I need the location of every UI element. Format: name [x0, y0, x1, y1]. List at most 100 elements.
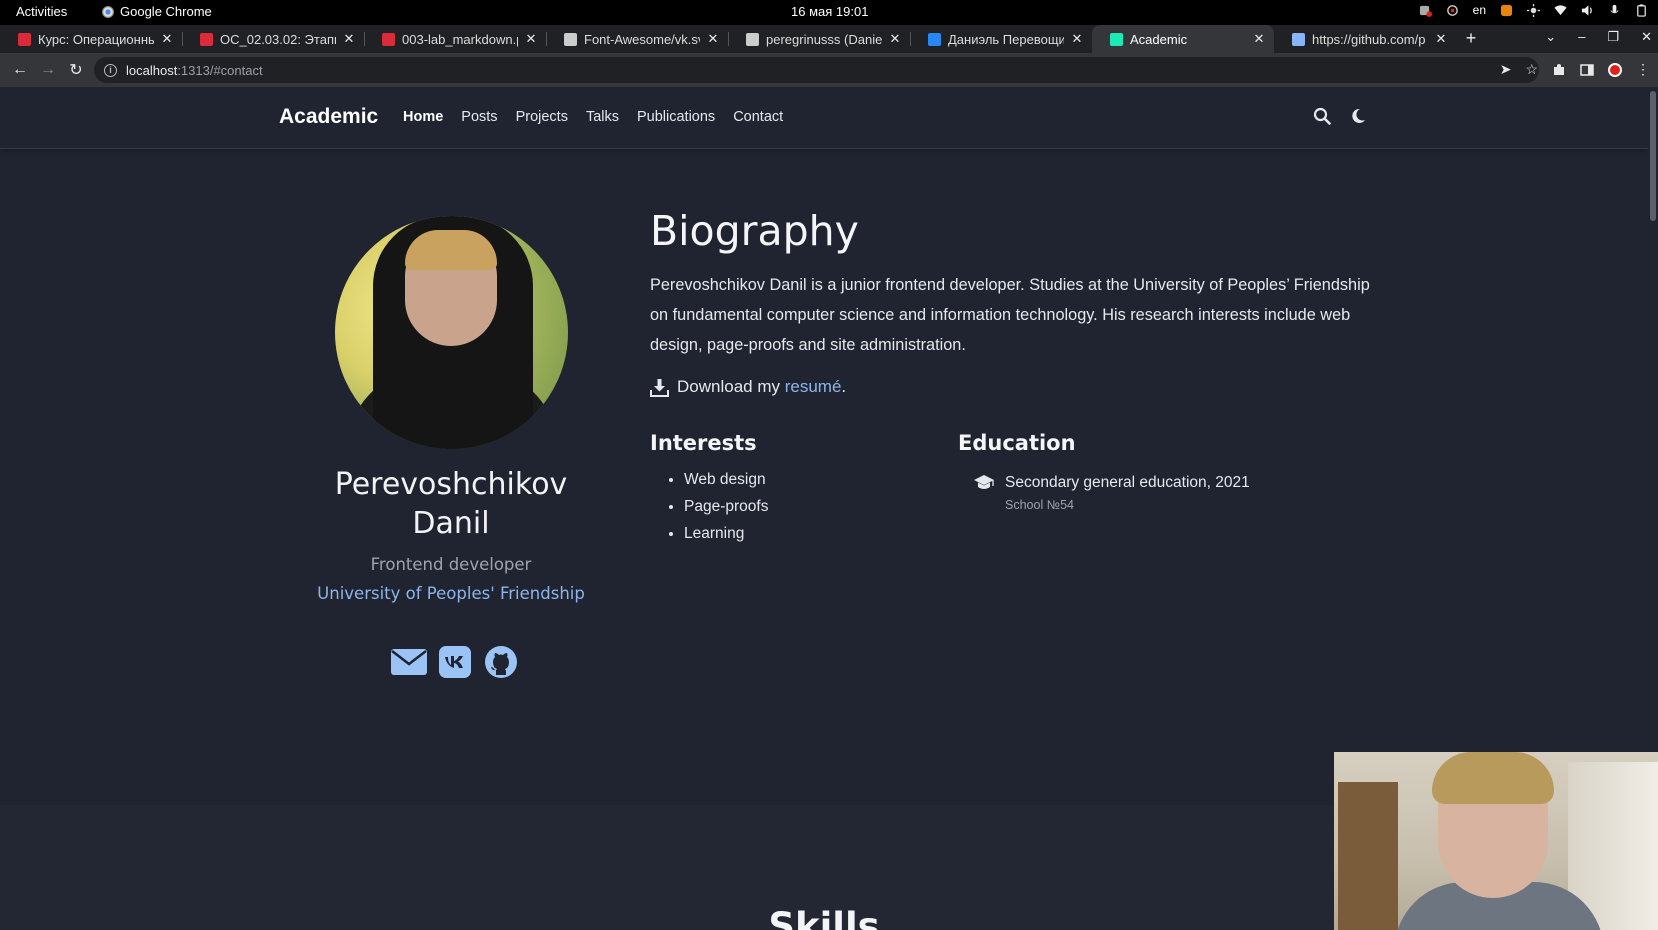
graduation-cap-icon: [974, 475, 994, 489]
download-resume: Download my resumé.: [650, 377, 846, 397]
minimize-button[interactable]: –: [1578, 29, 1585, 45]
tab-close-icon[interactable]: ✕: [706, 31, 720, 47]
site-info-icon[interactable]: i: [104, 63, 117, 77]
nav-link-home[interactable]: Home: [403, 109, 443, 125]
tab-favicon-icon: [1110, 32, 1123, 46]
browser-toolbar: ← → ↻ i localhost:1313/#contact ➤ ☆ ⋮: [0, 53, 1658, 87]
tab-favicon-icon: [200, 32, 213, 46]
extensions-puzzle-icon[interactable]: [1552, 63, 1566, 77]
browser-tab[interactable]: ОС_02.03.02: Этапы р ✕: [182, 25, 364, 53]
app-menu-label: Google Chrome: [120, 4, 212, 19]
search-icon[interactable]: [1313, 107, 1331, 125]
download-icon: [650, 378, 669, 397]
back-button[interactable]: ←: [6, 61, 34, 79]
tab-close-icon[interactable]: ✕: [524, 31, 538, 47]
tab-title: ОС_02.03.02: Этапы р: [220, 31, 336, 47]
brightness-icon[interactable]: [1527, 3, 1540, 17]
wifi-icon[interactable]: [1554, 4, 1567, 17]
biography-heading: Biography: [650, 207, 859, 255]
tab-close-icon[interactable]: ✕: [1434, 31, 1448, 47]
url-host: localhost: [126, 62, 178, 78]
tab-close-icon[interactable]: ✕: [342, 31, 356, 47]
tab-favicon-icon: [746, 32, 759, 46]
app-menu[interactable]: Google Chrome: [102, 4, 212, 19]
nav-link-publications[interactable]: Publications: [637, 109, 715, 125]
maximize-button[interactable]: ❐: [1607, 29, 1619, 45]
vk-icon[interactable]: [436, 644, 474, 680]
toolbar-right-icons: ➤ ☆ ⋮: [1500, 61, 1650, 78]
download-suffix: .: [841, 377, 847, 396]
keyboard-layout[interactable]: en: [1473, 3, 1486, 17]
browser-tab[interactable]: https://github.com/p ✕: [1274, 25, 1456, 53]
tab-favicon-icon: [382, 32, 395, 46]
browser-tab[interactable]: Даниэль Перевощик ✕: [910, 25, 1092, 53]
tab-title: Academic: [1130, 31, 1188, 47]
tab-favicon-icon: [564, 32, 577, 46]
tab-title: Даниэль Перевощик: [948, 31, 1064, 47]
scrollbar-thumb[interactable]: [1650, 91, 1656, 221]
list-item: Page-proofs: [684, 498, 768, 525]
new-tab-button[interactable]: +: [1456, 25, 1486, 53]
send-tab-icon[interactable]: ➤: [1500, 61, 1512, 78]
sync-icon[interactable]: [1446, 4, 1459, 17]
bookmark-star-icon[interactable]: ☆: [1525, 61, 1538, 78]
browser-tab[interactable]: Font-Awesome/vk.sv ✕: [546, 25, 728, 53]
webcam-overlay: [1334, 752, 1658, 930]
dark-mode-moon-icon[interactable]: [1349, 107, 1367, 125]
biography-text: Perevoshchikov Danil is a junior fronten…: [650, 276, 1370, 354]
volume-icon[interactable]: [1581, 4, 1594, 17]
resume-link[interactable]: resumé: [785, 377, 842, 396]
tab-title: Font-Awesome/vk.sv: [584, 31, 700, 47]
site-navbar: Academic Home Posts Projects Talks Publicati…: [0, 87, 1648, 149]
avatar: [335, 216, 568, 449]
notification-icon[interactable]: [1500, 4, 1513, 17]
tab-title: 003-lab_markdown.p: [402, 31, 518, 47]
education-item: Secondary general education, 2021 School…: [973, 474, 1250, 512]
nav-link-contact[interactable]: Contact: [733, 109, 783, 125]
tab-favicon-icon: [1292, 32, 1305, 46]
github-icon[interactable]: [482, 644, 520, 680]
education-heading: Education: [958, 431, 1076, 455]
tab-search-chevron-icon[interactable]: ⌄: [1545, 29, 1556, 45]
envelope-icon[interactable]: [390, 644, 428, 680]
forward-button[interactable]: →: [34, 61, 62, 79]
window-controls: ⌄ – ❐ ✕: [1545, 29, 1652, 45]
tab-title: peregrinusss (Daniel: [766, 31, 882, 47]
tab-close-icon[interactable]: ✕: [888, 31, 902, 47]
education-degree: Secondary general education, 2021: [1005, 474, 1250, 491]
interests-list: Web design Page-proofs Learning: [684, 471, 768, 552]
chrome-icon: [102, 5, 114, 18]
extension-tray-icon[interactable]: [1419, 4, 1432, 17]
system-tray[interactable]: en: [1419, 3, 1648, 17]
side-panel-icon[interactable]: [1580, 63, 1594, 77]
close-window-button[interactable]: ✕: [1641, 29, 1652, 45]
activities-button[interactable]: Activities: [16, 4, 67, 19]
tab-title: Курс: Операционные: [38, 31, 154, 47]
interests-heading: Interests: [650, 431, 757, 455]
browser-tab[interactable]: 003-lab_markdown.p ✕: [364, 25, 546, 53]
profile-organization-link[interactable]: University of Peoples' Friendship: [250, 584, 652, 603]
profile-avatar[interactable]: [1608, 62, 1622, 77]
site-brand[interactable]: Academic: [279, 105, 378, 129]
nav-link-posts[interactable]: Posts: [461, 109, 497, 125]
microphone-icon[interactable]: [1608, 4, 1621, 17]
reload-button[interactable]: ↻: [62, 60, 90, 80]
tab-close-icon[interactable]: ✕: [1252, 31, 1266, 47]
address-bar[interactable]: i localhost:1313/#contact: [94, 57, 1539, 83]
tab-close-icon[interactable]: ✕: [1070, 31, 1084, 47]
profile-name: Perevoshchikov Danil: [334, 467, 568, 541]
tab-favicon-icon: [18, 32, 31, 46]
browser-tab[interactable]: peregrinusss (Daniel ✕: [728, 25, 910, 53]
browser-tab[interactable]: Academic ✕: [1092, 25, 1274, 53]
education-school: School №54: [1005, 498, 1075, 512]
nav-link-talks[interactable]: Talks: [586, 109, 619, 125]
browser-tab[interactable]: Курс: Операционные ✕: [0, 25, 182, 53]
list-item: Web design: [684, 471, 768, 498]
clock[interactable]: 16 мая 19:01: [791, 4, 868, 19]
social-links: [390, 644, 520, 680]
battery-icon[interactable]: [1635, 3, 1648, 17]
nav-link-projects[interactable]: Projects: [516, 109, 568, 125]
chrome-menu-icon[interactable]: ⋮: [1636, 61, 1650, 78]
tab-strip: Курс: Операционные ✕ ОС_02.03.02: Этапы р ✕…: [0, 25, 1658, 53]
tab-close-icon[interactable]: ✕: [160, 31, 174, 47]
